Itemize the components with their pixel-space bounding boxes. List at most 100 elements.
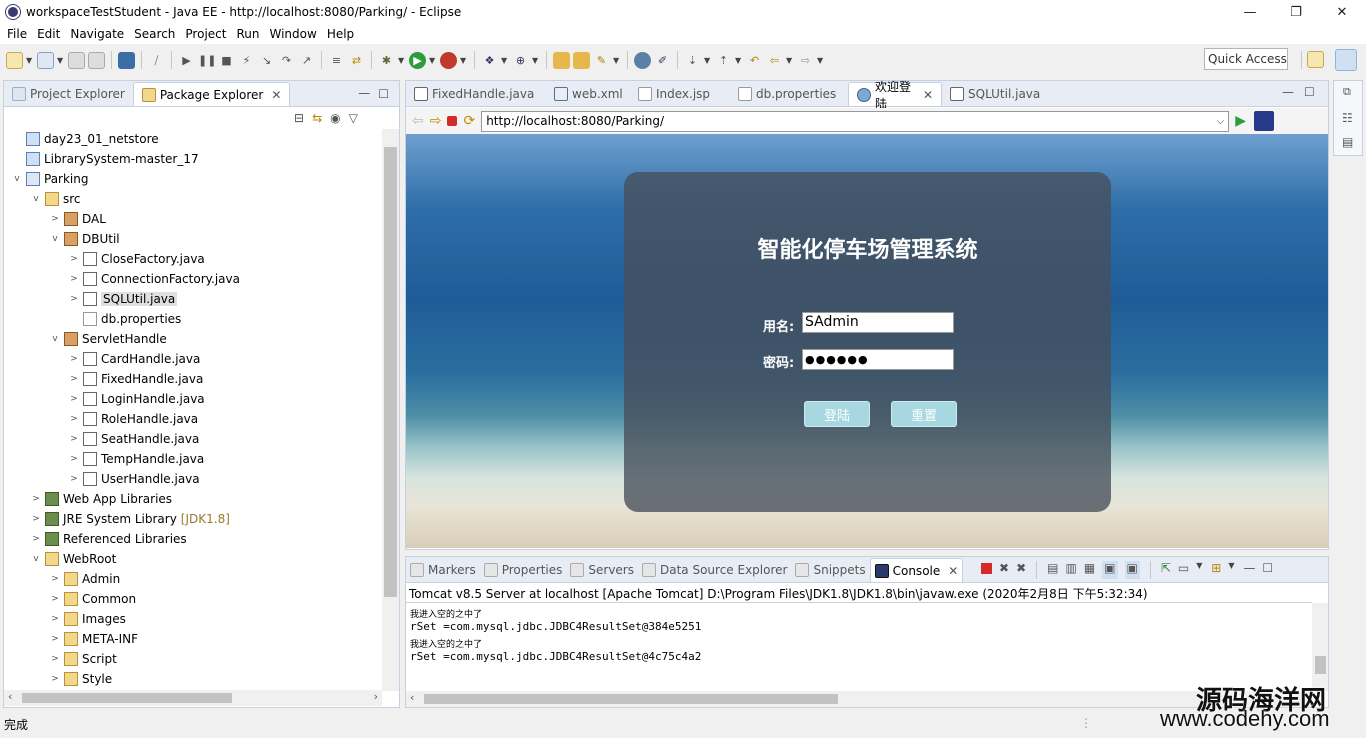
tree-item[interactable]: > LoginHandle.java — [67, 389, 205, 409]
chevron-right-icon[interactable]: > — [48, 574, 62, 584]
tree-item[interactable]: LibrarySystem-master_17 — [10, 149, 199, 169]
minimize-view-icon[interactable]: — — [1282, 85, 1294, 99]
chevron-right-icon[interactable]: > — [67, 374, 81, 384]
restore-button[interactable]: ❐ — [1273, 0, 1319, 24]
maximize-view-icon[interactable]: ☐ — [378, 87, 389, 101]
tree-item[interactable]: > UserHandle.java — [67, 469, 200, 489]
quick-access-input[interactable]: Quick Access — [1204, 48, 1288, 70]
tab-package-explorer[interactable]: Package Explorer ✕ — [132, 82, 291, 106]
chevron-down-icon[interactable]: ▼ — [398, 56, 406, 65]
prev-annotation-icon[interactable]: ⇡ — [715, 52, 732, 69]
tree-item[interactable]: > TempHandle.java — [67, 449, 204, 469]
refactor-icon[interactable]: ⇄ — [348, 52, 365, 69]
username-input[interactable]: SAdmin — [802, 312, 954, 333]
tree-item[interactable]: > Admin — [48, 569, 120, 589]
tree-item[interactable]: v ServletHandle — [48, 329, 167, 349]
close-icon[interactable]: ✕ — [271, 88, 281, 102]
chevron-down-icon[interactable]: ▼ — [26, 56, 34, 65]
browser-refresh-icon[interactable]: ⟳ — [463, 113, 475, 129]
search-tool-icon[interactable]: ✎ — [593, 52, 610, 69]
chevron-down-icon[interactable]: ⌵ — [1217, 116, 1225, 127]
chevron-down-icon[interactable]: ▼ — [1228, 561, 1236, 579]
menu-window[interactable]: Window — [264, 27, 321, 41]
java-ee-perspective-icon[interactable] — [1335, 49, 1357, 71]
chevron-down-icon[interactable]: ▼ — [817, 56, 825, 65]
step-return-icon[interactable]: ↗ — [298, 52, 315, 69]
chevron-down-icon[interactable]: ▼ — [735, 56, 743, 65]
close-button[interactable]: ✕ — [1319, 0, 1365, 24]
chevron-down-icon[interactable]: v — [48, 334, 62, 344]
tab-project-explorer[interactable]: Project Explorer — [4, 82, 133, 106]
browser-forward-icon[interactable]: ⇨ — [430, 113, 442, 129]
last-edit-icon[interactable]: ↶ — [746, 52, 763, 69]
editor-tab[interactable]: FixedHandle.java — [406, 82, 546, 106]
open-perspective-icon[interactable] — [1307, 51, 1324, 68]
pin-console-icon[interactable]: ⇱ — [1161, 561, 1171, 579]
chevron-right-icon[interactable]: > — [67, 474, 81, 484]
focus-icon[interactable]: ◉ — [330, 111, 340, 125]
tree-vertical-scrollbar[interactable] — [382, 129, 399, 691]
tree-item[interactable]: > ConnectionFactory.java — [67, 269, 240, 289]
tree-item[interactable]: v DBUtil — [48, 229, 120, 249]
close-icon[interactable]: ✕ — [923, 88, 933, 102]
clear-console-icon[interactable]: ▤ — [1047, 561, 1058, 579]
scroll-thumb[interactable] — [22, 693, 232, 703]
new-class-icon[interactable]: ⊕ — [512, 52, 529, 69]
chevron-down-icon[interactable]: v — [10, 174, 24, 184]
chevron-right-icon[interactable]: > — [29, 514, 43, 524]
tree-item[interactable]: > FixedHandle.java — [67, 369, 203, 389]
format-icon[interactable]: ≡ — [328, 52, 345, 69]
minimize-button[interactable]: — — [1227, 0, 1273, 24]
chevron-right-icon[interactable]: > — [67, 274, 81, 284]
tree-item[interactable]: > CardHandle.java — [67, 349, 200, 369]
display-console-icon[interactable]: ▭ — [1178, 561, 1189, 579]
task-list-icon[interactable]: ▤ — [1342, 135, 1353, 149]
tree-item[interactable]: > META-INF — [48, 629, 138, 649]
chevron-right-icon[interactable]: > — [67, 454, 81, 464]
chevron-right-icon[interactable]: > — [67, 354, 81, 364]
chevron-down-icon[interactable]: ▼ — [532, 56, 540, 65]
browser-stop-icon[interactable] — [447, 116, 458, 126]
save-icon[interactable] — [68, 51, 85, 69]
debug-icon[interactable]: ✱ — [378, 52, 395, 69]
console-output[interactable]: 我进入空的之中了 rSet =com.mysql.jdbc.JDBC4Result… — [406, 603, 1312, 691]
scroll-lock-icon[interactable]: ▥ — [1065, 561, 1076, 579]
tree-item[interactable]: day23_01_netstore — [10, 129, 159, 149]
toggle-mark-icon[interactable]: ✐ — [654, 52, 671, 69]
chevron-down-icon[interactable]: ▼ — [786, 56, 794, 65]
view-menu-icon[interactable]: ▽ — [349, 111, 358, 125]
chevron-right-icon[interactable]: > — [48, 634, 62, 644]
step-over-icon[interactable]: ↷ — [278, 52, 295, 69]
new-server-icon[interactable] — [37, 51, 54, 69]
console-horizontal-scrollbar[interactable]: ‹ — [406, 691, 1312, 707]
bottom-tab[interactable]: Snippets — [791, 558, 869, 582]
chevron-down-icon[interactable]: ▼ — [501, 56, 509, 65]
word-wrap-icon[interactable]: ▦ — [1084, 561, 1095, 579]
scroll-thumb[interactable] — [384, 147, 397, 597]
editor-tab[interactable]: Index.jsp — [630, 82, 730, 106]
tree-item[interactable]: v WebRoot — [29, 549, 116, 569]
chevron-right-icon[interactable]: > — [67, 434, 81, 444]
link-with-editor-icon[interactable]: ⇆ — [312, 111, 322, 125]
show-on-stdout-icon[interactable]: ▣ — [1102, 561, 1118, 579]
chevron-down-icon[interactable]: v — [29, 554, 43, 564]
disconnect-icon[interactable]: ⚡ — [238, 52, 255, 69]
bottom-tab[interactable]: Markers — [406, 558, 480, 582]
new-icon[interactable] — [6, 51, 23, 69]
chevron-right-icon[interactable]: > — [48, 594, 62, 604]
open-type-icon[interactable] — [553, 51, 570, 69]
chevron-right-icon[interactable]: > — [48, 654, 62, 664]
close-icon[interactable]: ✕ — [948, 564, 958, 578]
scroll-left-icon[interactable]: ‹ — [410, 691, 414, 704]
chevron-down-icon[interactable]: ▼ — [613, 56, 621, 65]
chevron-right-icon[interactable]: > — [67, 414, 81, 424]
bottom-tab[interactable]: Properties — [480, 558, 567, 582]
resume-icon[interactable]: ▶ — [178, 52, 195, 69]
tree-item[interactable]: > SQLUtil.java — [67, 289, 178, 309]
chevron-right-icon[interactable]: > — [67, 394, 81, 404]
maximize-view-icon[interactable]: ☐ — [1262, 561, 1273, 579]
external-tools-icon[interactable] — [440, 51, 457, 69]
terminate-icon[interactable] — [981, 563, 992, 574]
skip-breakpoints-icon[interactable]: ⧸ — [148, 52, 165, 69]
run-icon[interactable]: ▶ — [409, 51, 426, 69]
